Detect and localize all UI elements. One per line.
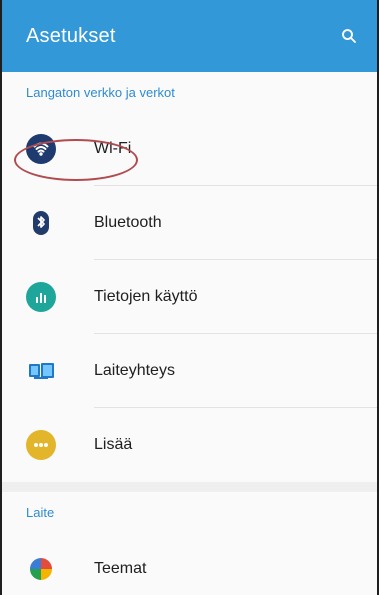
section-title: Laite (26, 504, 55, 520)
page-title: Asetukset (26, 24, 116, 47)
bluetooth-setting[interactable]: Bluetooth (2, 186, 377, 260)
section-device: Laite Teemat (2, 492, 377, 595)
section-wireless: Langaton verkko ja verkot Wi-Fi Bluetoot… (2, 72, 377, 492)
search-icon[interactable] (337, 24, 361, 48)
more-icon (26, 430, 56, 460)
data-usage-setting[interactable]: Tietojen käyttö (2, 260, 377, 334)
data-usage-icon (26, 282, 56, 312)
setting-label: Teemat (94, 560, 147, 577)
themes-setting[interactable]: Teemat (2, 532, 377, 595)
setting-label: Laiteyhteys (94, 362, 175, 379)
device-connection-setting[interactable]: Laiteyhteys (2, 334, 377, 408)
wifi-highlight-ellipse (14, 139, 138, 181)
themes-icon (26, 554, 56, 584)
app-bar: Asetukset (2, 0, 377, 72)
more-setting[interactable]: Lisää (2, 408, 377, 482)
setting-label: Bluetooth (94, 214, 162, 231)
bluetooth-icon (26, 208, 56, 238)
device-connection-icon (26, 356, 56, 386)
setting-label: Tietojen käyttö (94, 288, 198, 305)
setting-label: Lisää (94, 436, 133, 453)
settings-screen: Asetukset Langaton verkko ja verkot Wi-F… (0, 0, 379, 595)
section-title: Langaton verkko ja verkot (26, 84, 175, 100)
